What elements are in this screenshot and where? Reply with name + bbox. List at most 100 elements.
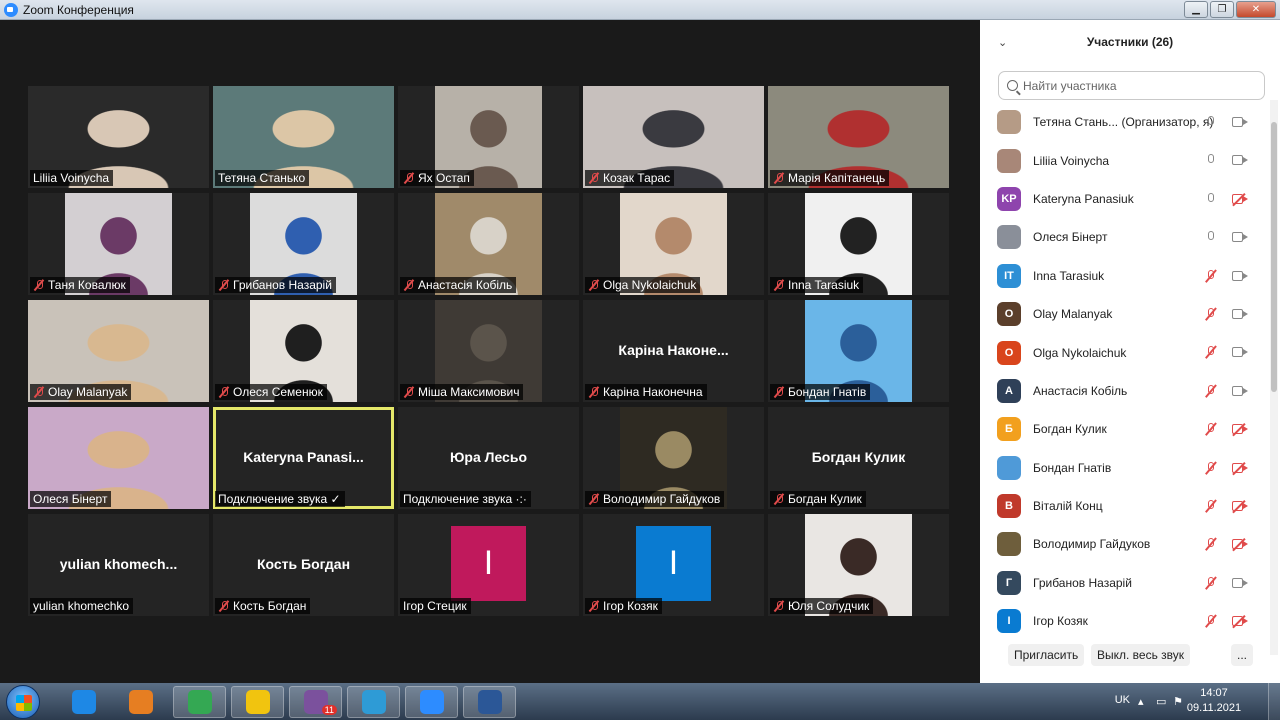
participant-row[interactable]: Б Богдан Кулик xyxy=(980,410,1270,448)
search-input[interactable] xyxy=(1023,78,1243,93)
video-tile[interactable]: Ях Остап xyxy=(398,86,579,188)
camera-icon[interactable] xyxy=(1232,155,1248,166)
video-tile[interactable]: Inna Tarasiuk xyxy=(768,193,949,295)
camera-off-icon[interactable] xyxy=(1232,462,1248,474)
video-tile[interactable]: Каріна Наконе... Каріна Наконечна xyxy=(583,300,764,402)
more-button[interactable]: ... xyxy=(1231,644,1254,666)
video-tile[interactable]: Козак Тарас xyxy=(583,86,764,188)
video-tile[interactable]: Олеся Семенюк xyxy=(213,300,394,402)
tray-arrow-icon[interactable]: ▴ xyxy=(1138,695,1150,708)
video-tile[interactable]: Olay Malanyak xyxy=(28,300,209,402)
start-button[interactable] xyxy=(6,685,40,719)
taskbar-word-button[interactable] xyxy=(463,686,516,718)
participant-search[interactable] xyxy=(998,71,1265,100)
participant-row[interactable]: Liliia Voinycha xyxy=(980,141,1270,179)
tile-name-text: Міша Максимович xyxy=(418,385,520,399)
video-tile[interactable]: Марія Капітанець xyxy=(768,86,949,188)
video-tile[interactable]: Таня Ковалюк xyxy=(28,193,209,295)
close-button[interactable]: ✕ xyxy=(1236,1,1276,18)
participant-row[interactable]: Олеся Бінерт xyxy=(980,218,1270,256)
muted-mic-icon[interactable] xyxy=(1204,461,1218,475)
muted-mic-icon[interactable] xyxy=(1204,345,1218,359)
video-tile[interactable]: Міша Максимович xyxy=(398,300,579,402)
camera-icon[interactable] xyxy=(1232,308,1248,320)
maximize-button[interactable]: ❐ xyxy=(1210,1,1234,18)
video-tile[interactable]: Olga Nykolaichuk xyxy=(583,193,764,295)
mic-icon[interactable] xyxy=(1204,230,1218,244)
muted-mic-icon[interactable] xyxy=(1204,614,1218,628)
camera-icon[interactable] xyxy=(1232,270,1248,282)
participant-row[interactable]: IT Inna Tarasiuk xyxy=(980,257,1270,295)
video-tile[interactable]: Бондан Гнатів xyxy=(768,300,949,402)
mic-icon[interactable] xyxy=(1204,192,1218,206)
language-indicator[interactable]: UK xyxy=(1115,694,1130,706)
invite-button[interactable]: Пригласить xyxy=(1008,644,1085,666)
scrollbar-thumb[interactable] xyxy=(1271,122,1277,392)
tile-name-text: Подключение звука ✓ xyxy=(218,492,341,506)
window-controls: ▁ ❐ ✕ xyxy=(1184,1,1276,18)
video-tile[interactable]: Анастасія Кобіль xyxy=(398,193,579,295)
muted-mic-icon[interactable] xyxy=(1204,499,1218,513)
battery-icon[interactable]: ▭ xyxy=(1156,695,1168,708)
video-tile[interactable]: I Ігор Козяк xyxy=(583,514,764,616)
participant-row[interactable]: A Анастасія Кобіль xyxy=(980,372,1270,410)
taskbar-edge-button[interactable] xyxy=(347,686,400,718)
participant-row[interactable]: KP Kateryna Panasiuk xyxy=(980,180,1270,218)
participant-row[interactable]: Володимир Гайдуков xyxy=(980,525,1270,563)
mic-icon[interactable] xyxy=(1204,153,1218,167)
camera-off-icon[interactable] xyxy=(1232,500,1248,512)
minimize-button[interactable]: ▁ xyxy=(1184,1,1208,18)
muted-mic-icon xyxy=(218,279,230,291)
taskbar-zoom-button[interactable] xyxy=(405,686,458,718)
participant-row[interactable]: O Olga Nykolaichuk xyxy=(980,333,1270,371)
video-tile[interactable]: yulian khomech... yulian khomechko xyxy=(28,514,209,616)
taskbar-explorer-button[interactable] xyxy=(231,686,284,718)
camera-off-icon[interactable] xyxy=(1232,616,1248,627)
show-desktop-button[interactable] xyxy=(1268,683,1280,720)
muted-mic-icon[interactable] xyxy=(1204,537,1218,551)
video-tile[interactable]: I Ігор Стецик xyxy=(398,514,579,616)
video-tile[interactable]: Кость Богдан Кость Богдан xyxy=(213,514,394,616)
participant-scrollbar[interactable] xyxy=(1270,100,1278,655)
camera-icon[interactable] xyxy=(1232,577,1248,589)
mute-all-button[interactable]: Выкл. весь звук xyxy=(1091,644,1191,666)
video-tile[interactable]: Тетяна Станько xyxy=(213,86,394,188)
camera-icon[interactable] xyxy=(1232,117,1248,128)
taskbar-ie-button[interactable] xyxy=(57,686,110,718)
video-tile[interactable]: Грибанов Назарій xyxy=(213,193,394,295)
participant-row[interactable]: O Olay Malanyak xyxy=(980,295,1270,333)
mic-icon[interactable] xyxy=(1204,115,1218,129)
video-tile[interactable]: Юля Солудчик xyxy=(768,514,949,616)
participant-row[interactable]: Тетяна Стань... (Организатор, я) xyxy=(980,103,1270,141)
camera-icon[interactable] xyxy=(1232,347,1248,358)
participant-row[interactable]: B Віталій Конц xyxy=(980,487,1270,525)
video-tile[interactable]: Kateryna Panasi... Подключение звука ✓ xyxy=(213,407,394,509)
video-tile[interactable]: Liliia Voinycha xyxy=(28,86,209,188)
taskbar-viber-button[interactable]: 11 xyxy=(289,686,342,718)
video-tile[interactable]: Олеся Бінерт xyxy=(28,407,209,509)
video-tile[interactable]: Володимир Гайдуков xyxy=(583,407,764,509)
video-tile[interactable]: Богдан Кулик Богдан Кулик xyxy=(768,407,949,509)
participant-row[interactable]: Бондан Гнатів xyxy=(980,449,1270,487)
tile-name-text: Бондан Гнатів xyxy=(788,385,867,399)
camera-off-icon[interactable] xyxy=(1232,193,1248,205)
camera-off-icon[interactable] xyxy=(1232,539,1248,550)
taskbar-media-button[interactable] xyxy=(114,686,167,718)
muted-mic-icon[interactable] xyxy=(1204,422,1218,436)
muted-mic-icon[interactable] xyxy=(1204,307,1218,321)
participant-row[interactable]: Г Грибанов Назарій xyxy=(980,564,1270,602)
tile-name-text: Олеся Семенюк xyxy=(233,385,323,399)
taskbar-chrome-button[interactable] xyxy=(173,686,226,718)
muted-mic-icon[interactable] xyxy=(1204,576,1218,590)
camera-off-icon[interactable] xyxy=(1232,424,1248,435)
camera-icon[interactable] xyxy=(1232,232,1248,243)
tile-name-label: Анастасія Кобіль xyxy=(400,277,517,293)
chevron-down-icon[interactable]: ⌄ xyxy=(998,36,1007,49)
video-tile[interactable]: Юра Лесьо Подключение звука ·:· xyxy=(398,407,579,509)
zoom-logo-icon xyxy=(4,2,18,17)
muted-mic-icon[interactable] xyxy=(1204,384,1218,398)
camera-icon[interactable] xyxy=(1232,385,1248,397)
muted-mic-icon[interactable] xyxy=(1204,269,1218,283)
tile-name-label: Грибанов Назарій xyxy=(215,277,336,293)
clock[interactable]: 14:07 09.11.2021 xyxy=(1184,686,1244,716)
